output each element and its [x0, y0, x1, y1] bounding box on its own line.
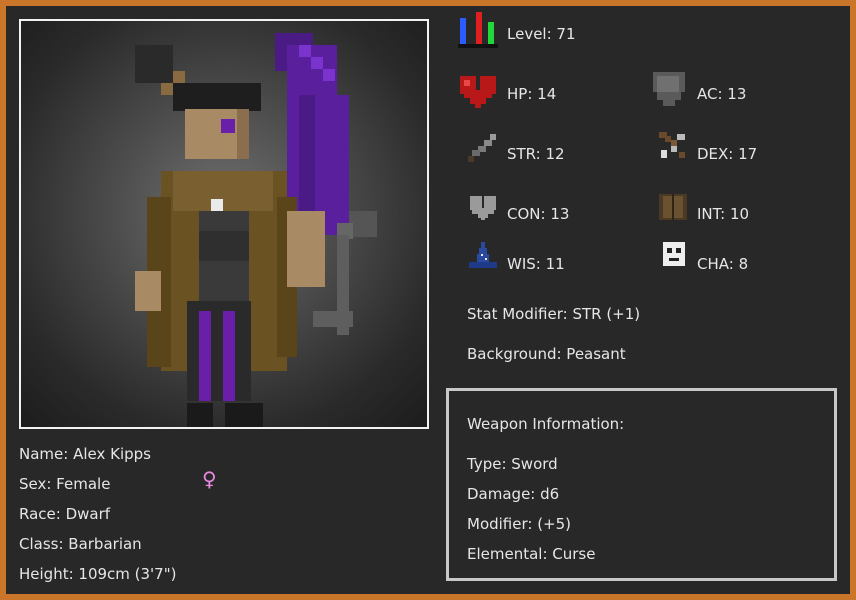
- character-race: Race: Dwarf: [19, 505, 111, 523]
- dwarf-barbarian-sprite: [135, 33, 377, 427]
- character-portrait: [19, 19, 429, 429]
- mask-icon: [663, 242, 685, 266]
- stat-modifier: Stat Modifier: STR (+1): [467, 305, 641, 323]
- level-bars-icon: [458, 12, 498, 48]
- cha-label: CHA: 8: [697, 255, 749, 273]
- wizard-hat-icon: [469, 242, 497, 268]
- ac-label: AC: 13: [697, 85, 747, 103]
- int-label: INT: 10: [697, 205, 750, 223]
- weapon-type: Type: Sword: [467, 455, 558, 473]
- level-label: Level: 71: [507, 25, 576, 43]
- background: Background: Peasant: [467, 345, 626, 363]
- dex-label: DEX: 17: [697, 145, 758, 163]
- crossbow-icon: [659, 132, 685, 158]
- grey-heart-icon: [470, 196, 496, 220]
- character-sex: Sex: Female: [19, 475, 111, 493]
- hp-label: HP: 14: [507, 85, 557, 103]
- con-label: CON: 13: [507, 205, 570, 223]
- character-height: Height: 109cm (3'7"): [19, 565, 177, 583]
- book-icon: [659, 194, 687, 220]
- weapon-info-header: Weapon Information:: [467, 415, 625, 433]
- str-label: STR: 12: [507, 145, 565, 163]
- weapon-modifier: Modifier: (+5): [467, 515, 572, 533]
- wis-label: WIS: 11: [507, 255, 565, 273]
- character-name: Name: Alex Kipps: [19, 445, 151, 463]
- female-symbol-icon: ♀: [202, 467, 217, 491]
- shield-icon: [653, 72, 685, 106]
- weapon-elemental: Elemental: Curse: [467, 545, 596, 563]
- sword-icon: [468, 134, 496, 162]
- heart-icon: [460, 76, 496, 108]
- weapon-damage: Damage: d6: [467, 485, 560, 503]
- character-class: Class: Barbarian: [19, 535, 142, 553]
